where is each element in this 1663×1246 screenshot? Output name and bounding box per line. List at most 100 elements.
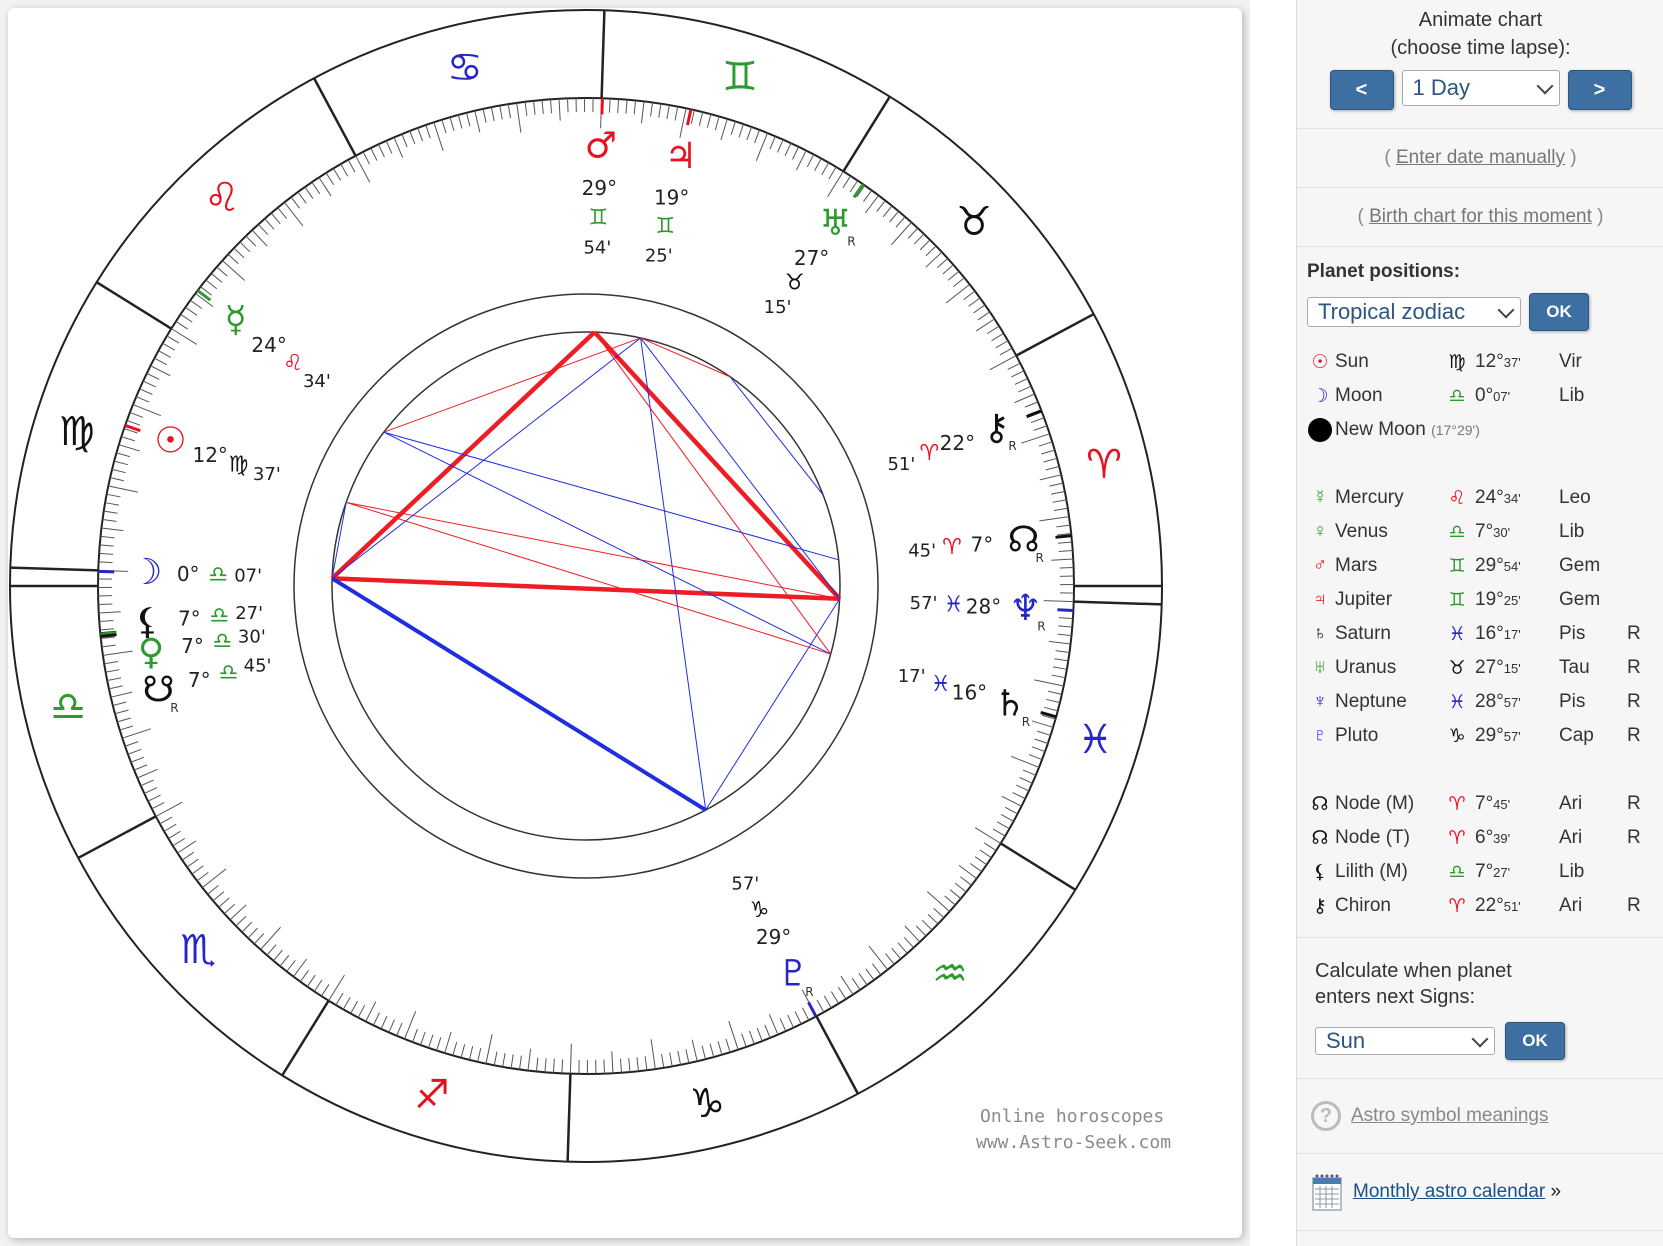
degree-tick xyxy=(1048,640,1071,645)
planet-row: ⚷ Chiron ♈ 22°51' Ari R xyxy=(1305,889,1647,923)
degree-tick xyxy=(98,611,121,614)
degree-tick xyxy=(377,144,385,158)
enter-date-link[interactable]: Enter date manually xyxy=(1396,147,1565,168)
degree-tick xyxy=(984,842,997,851)
planet-name: Mars xyxy=(1335,555,1378,576)
degree-tick xyxy=(510,1054,514,1069)
calc-planet-select[interactable]: Sun xyxy=(1315,1027,1495,1055)
degree-value: 16° xyxy=(1475,623,1504,644)
planet-marker xyxy=(1040,711,1057,719)
degree-tick xyxy=(318,177,332,197)
retrograde-flag xyxy=(1627,379,1647,413)
degree-tick xyxy=(286,960,296,972)
degree-tick xyxy=(524,101,528,116)
zodiac-ok-button[interactable]: OK xyxy=(1529,293,1589,331)
retrograde-flag xyxy=(1627,481,1647,515)
zodiac-sign-9-icon: ♐ xyxy=(414,1072,450,1118)
retrograde-flag: R xyxy=(1627,623,1641,644)
degree-value: 0° xyxy=(1475,385,1494,406)
degree-tick xyxy=(412,1028,418,1043)
planet-glyph-icon: ⚸ xyxy=(1313,861,1327,883)
degree-tick xyxy=(628,1058,631,1073)
next-button[interactable]: > xyxy=(1567,70,1632,110)
degree-tick xyxy=(205,279,218,290)
degree-tick xyxy=(175,321,188,330)
planet-degree: 6°39' xyxy=(1471,821,1557,855)
minute-value: 51' xyxy=(1503,899,1521,914)
degree-tick xyxy=(769,136,776,150)
degree-tick xyxy=(1014,377,1028,385)
degree-tick xyxy=(299,970,309,982)
degree-value: 29° xyxy=(1475,725,1504,746)
degree-tick xyxy=(904,925,921,943)
planet-positions-title: Planet positions: xyxy=(1307,261,1461,282)
degree-tick xyxy=(482,108,487,123)
degree-tick xyxy=(849,180,859,193)
planet-sign-icon: ♓ xyxy=(931,672,951,697)
zodiac-sign-8-icon: ♏ xyxy=(180,927,216,973)
degree-tick xyxy=(485,1034,493,1064)
degree-tick xyxy=(746,126,753,141)
planet-degree: 22°51' xyxy=(1471,889,1557,923)
planet-sign-icon: ♈ xyxy=(920,441,940,466)
degree-tick xyxy=(954,882,967,893)
zodiac-select[interactable]: Tropical zodiac xyxy=(1307,297,1521,327)
degree-tick xyxy=(794,1011,802,1025)
watermark-line2: www.Astro-Seek.com xyxy=(976,1132,1172,1153)
birth-chart-link[interactable]: Birth chart for this moment xyxy=(1369,206,1592,227)
sign-boundary xyxy=(281,999,330,1077)
calc-ok-button[interactable]: OK xyxy=(1505,1022,1565,1060)
aspect-ring-outer xyxy=(293,293,879,879)
degree-tick xyxy=(108,485,138,493)
degree-tick xyxy=(136,396,150,403)
degree-tick xyxy=(913,233,925,245)
zodiac-sign-11-icon: ♒ xyxy=(932,951,968,997)
degree-tick xyxy=(168,830,181,840)
aspect-line xyxy=(331,337,641,579)
degree-tick xyxy=(1004,806,1018,815)
degree-tick xyxy=(1054,658,1069,662)
planet-minute: 57' xyxy=(910,593,938,614)
retrograde-mark: R xyxy=(1022,715,1030,729)
degree-tick xyxy=(279,954,290,967)
degree-tick xyxy=(814,158,822,171)
degree-tick xyxy=(133,764,148,771)
planet-positions-section: Planet positions: Tropical zodiac OK ☉ Su… xyxy=(1297,261,1663,938)
planet-sign-icon: ♉ xyxy=(785,270,805,295)
degree-tick xyxy=(417,127,424,142)
degree-tick xyxy=(1058,625,1073,628)
time-lapse-select[interactable]: 1 Day xyxy=(1401,70,1560,106)
degree-tick xyxy=(996,821,1010,830)
degree-tick xyxy=(617,99,620,114)
planet-glyph-icon: ♃ xyxy=(1312,589,1328,610)
astro-symbol-meanings-link[interactable]: Astro symbol meanings xyxy=(1351,1105,1548,1127)
degree-tick xyxy=(864,195,879,214)
degree-tick xyxy=(677,1050,682,1065)
degree-tick xyxy=(945,284,970,304)
planet-glyph-icon: ☿ xyxy=(1312,487,1328,508)
planet-marker xyxy=(852,183,865,199)
planet-degree: 27°15' xyxy=(1471,651,1557,685)
monthly-astro-calendar-link[interactable]: Monthly astro calendar xyxy=(1353,1181,1545,1202)
degree-tick xyxy=(490,107,495,122)
degree-tick xyxy=(177,840,197,854)
degree-tick xyxy=(795,150,807,171)
previous-button[interactable]: < xyxy=(1329,70,1394,110)
degree-tick xyxy=(977,311,991,321)
degree-tick xyxy=(223,903,236,914)
planet-marker xyxy=(100,633,117,638)
degree-tick xyxy=(139,388,153,395)
jupiter-icon: ♃ xyxy=(665,136,697,177)
mars-icon: ♂ xyxy=(585,126,617,167)
zodiac-sign-12-icon: ♓ xyxy=(1077,717,1113,763)
chart-panel: ♈ ♉ ♊ ♋ ♌ ♍ ♎ ♏ ♐ ♑ ♒ ♓ ♇ R 29° ♑ 57' ♄ R 16° ♓ 17' ♆ R 28° ♓ 57' ☊… xyxy=(0,0,1250,1246)
planet-sign-icon: ♊ xyxy=(589,206,609,231)
degree-tick xyxy=(1058,550,1073,553)
degree-tick xyxy=(949,889,962,899)
sign-boundary xyxy=(566,1073,572,1162)
zodiac-sign-4-icon: ♋ xyxy=(447,45,483,91)
sign-boundary xyxy=(815,1015,860,1095)
degree-tick xyxy=(181,851,195,861)
degree-tick xyxy=(1051,558,1074,561)
degree-value: 19° xyxy=(1475,589,1504,610)
